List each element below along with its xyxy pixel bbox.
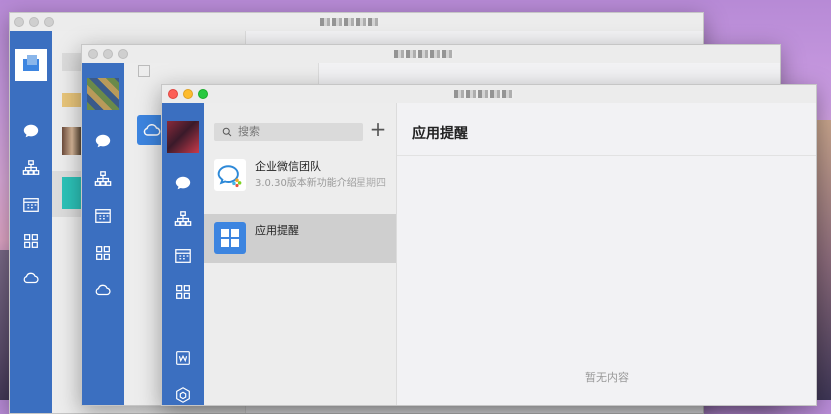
user-avatar[interactable]	[15, 49, 47, 81]
sidebar	[82, 63, 124, 405]
list-item[interactable]	[62, 93, 82, 107]
conversation-name: 应用提醒	[255, 224, 299, 237]
zoom-traffic-light[interactable]	[118, 49, 128, 59]
message-icon[interactable]	[82, 129, 124, 153]
workbench-icon[interactable]	[82, 241, 124, 265]
chat-header: 应用提醒	[397, 103, 816, 156]
workbench-icon[interactable]	[10, 229, 52, 253]
wecom-window-front: — ☐ ✕ 搜索 +	[161, 84, 817, 406]
chat-title: 应用提醒	[412, 126, 468, 142]
conversation-list: 搜索 + 企业微信团队 3.0.30版本新功能介绍 星期四 应用提醒	[204, 103, 397, 405]
search-icon	[222, 127, 232, 137]
conversation-name: 企业微信团队	[255, 160, 321, 173]
chat-pane: 应用提醒 暂无内容	[397, 103, 816, 405]
minimize-traffic-light[interactable]	[103, 49, 113, 59]
message-icon[interactable]	[10, 119, 52, 143]
close-traffic-light[interactable]	[88, 49, 98, 59]
search-box[interactable]: 搜索	[214, 123, 363, 141]
user-avatar[interactable]	[167, 121, 199, 153]
org-chart-icon[interactable]	[162, 207, 204, 231]
window-titlebar	[162, 85, 816, 104]
minimize-traffic-light[interactable]	[29, 17, 39, 27]
search-box[interactable]	[138, 65, 150, 77]
search-placeholder: 搜索	[238, 125, 260, 138]
close-traffic-light[interactable]	[14, 17, 24, 27]
close-traffic-light[interactable]	[168, 89, 178, 99]
message-icon[interactable]	[162, 171, 204, 195]
sidebar	[162, 103, 204, 405]
calendar-icon[interactable]	[162, 244, 204, 268]
window-titlebar	[10, 13, 703, 32]
mini-program-icon[interactable]	[162, 383, 204, 405]
org-chart-icon[interactable]	[82, 167, 124, 191]
window-title-blurred	[394, 50, 454, 58]
conversation-preview: 3.0.30版本新功能介绍	[255, 178, 357, 189]
workbench-icon[interactable]	[162, 280, 204, 304]
cloud-disk-icon[interactable]	[10, 266, 52, 290]
zoom-traffic-light[interactable]	[198, 89, 208, 99]
user-avatar[interactable]	[87, 78, 119, 110]
window-titlebar	[82, 45, 780, 64]
conversation-time: 星期四	[356, 178, 386, 189]
list-item-avatar	[62, 127, 82, 155]
window-title-blurred	[454, 90, 514, 98]
sidebar	[10, 31, 52, 413]
window-title-blurred	[320, 18, 380, 26]
wecom-logo-icon	[214, 159, 246, 191]
org-chart-icon[interactable]	[10, 156, 52, 180]
empty-state-text: 暂无内容	[585, 371, 629, 384]
minimize-traffic-light[interactable]	[183, 89, 193, 99]
zoom-traffic-light[interactable]	[44, 17, 54, 27]
cloud-disk-icon[interactable]	[82, 278, 124, 302]
add-button[interactable]: +	[368, 117, 388, 141]
calendar-icon[interactable]	[82, 204, 124, 228]
conversation-item-wecom-team[interactable]: 企业微信团队 3.0.30版本新功能介绍 星期四	[204, 153, 396, 195]
document-icon[interactable]	[162, 346, 204, 370]
conversation-item-app-reminder[interactable]: 应用提醒	[204, 214, 396, 263]
app-grid-icon	[214, 222, 246, 254]
calendar-icon[interactable]	[10, 193, 52, 217]
